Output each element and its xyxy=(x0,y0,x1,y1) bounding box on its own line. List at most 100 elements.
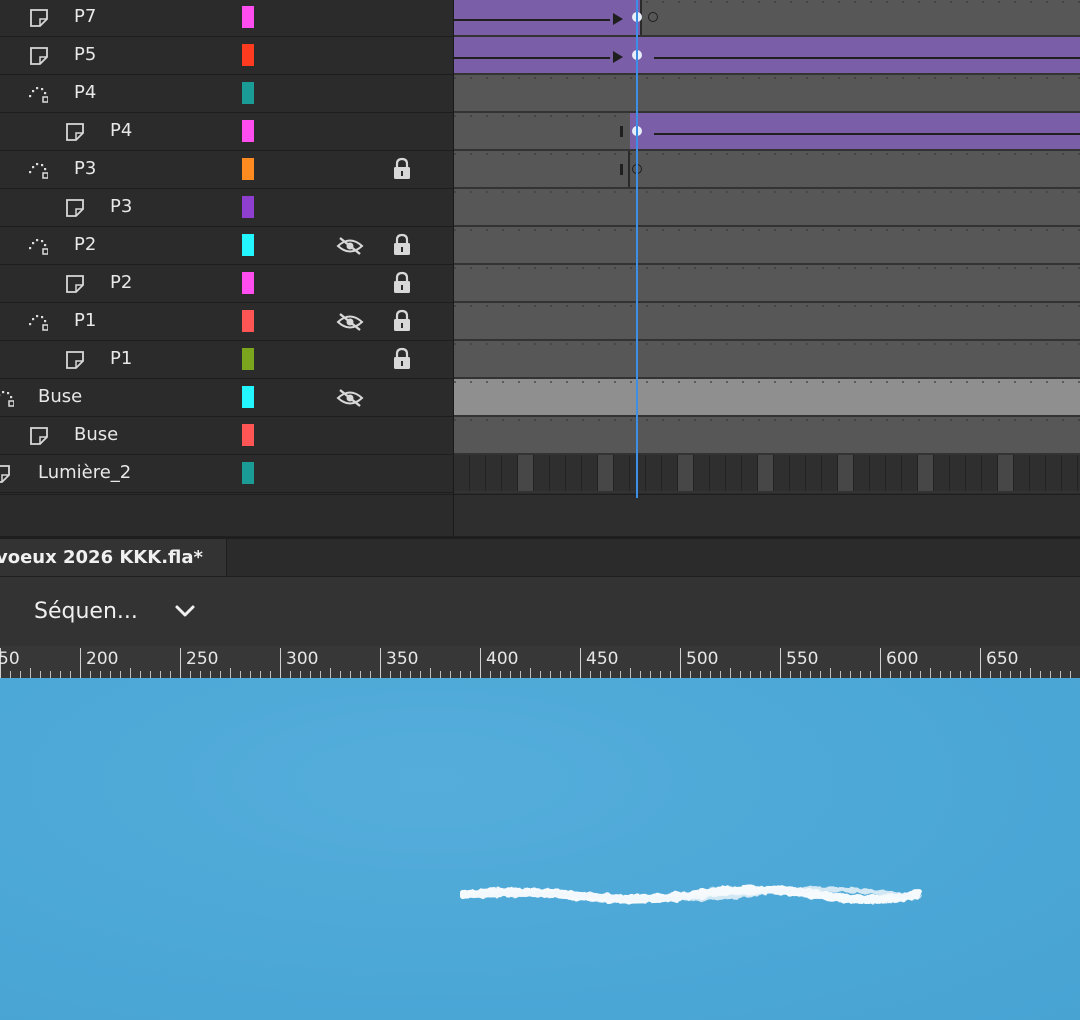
layer-row[interactable]: P1 xyxy=(0,341,453,379)
frame-cell[interactable] xyxy=(790,455,806,491)
frame-cell[interactable] xyxy=(1014,455,1030,491)
frame-cell[interactable] xyxy=(806,455,822,491)
frame-cell[interactable] xyxy=(950,455,966,491)
lock-icon[interactable] xyxy=(391,271,413,295)
lock-icon[interactable] xyxy=(391,309,413,333)
frame-cell[interactable] xyxy=(838,455,854,491)
frame-cell[interactable] xyxy=(566,455,582,491)
blank-keyframe[interactable] xyxy=(648,12,658,22)
layer-row[interactable]: Lumière_2 xyxy=(0,455,453,493)
layer-color-swatch[interactable] xyxy=(242,196,254,218)
frame-cell[interactable] xyxy=(614,455,630,491)
motion-tween-span[interactable] xyxy=(630,113,1080,149)
frame-row[interactable] xyxy=(454,37,1080,75)
frame-cell[interactable] xyxy=(1062,455,1078,491)
frame-cell[interactable] xyxy=(982,455,998,491)
layer-row[interactable]: P7 xyxy=(0,0,453,37)
frame-cell[interactable] xyxy=(646,455,662,491)
frame-cell[interactable] xyxy=(886,455,902,491)
playhead[interactable] xyxy=(636,0,638,498)
frame-cell[interactable] xyxy=(662,455,678,491)
frame-cell[interactable] xyxy=(742,455,758,491)
frame-row[interactable] xyxy=(454,455,1080,493)
layer-color-swatch[interactable] xyxy=(242,462,254,484)
layer-row[interactable]: P2 xyxy=(0,227,453,265)
frame-row[interactable] xyxy=(454,265,1080,303)
document-tab[interactable]: voeux 2026 KKK.fla* xyxy=(0,539,227,579)
layer-name[interactable]: P3 xyxy=(110,196,132,217)
frame-cell[interactable] xyxy=(582,455,598,491)
frame-cell[interactable] xyxy=(470,455,486,491)
frame-cell[interactable] xyxy=(454,455,470,491)
frame-row[interactable] xyxy=(454,189,1080,227)
layer-name[interactable]: P2 xyxy=(110,272,132,293)
cloud-shape[interactable] xyxy=(460,884,922,906)
eye-hidden-icon[interactable] xyxy=(336,235,364,257)
chevron-down-icon[interactable] xyxy=(172,601,198,623)
layer-row[interactable]: P1 xyxy=(0,303,453,341)
frame-row[interactable] xyxy=(454,303,1080,341)
frame-cell[interactable] xyxy=(822,455,838,491)
layer-row[interactable]: P3 xyxy=(0,151,453,189)
eye-hidden-icon[interactable] xyxy=(336,311,364,333)
layer-color-swatch[interactable] xyxy=(242,386,254,408)
frame-cell[interactable] xyxy=(758,455,774,491)
frame-cell[interactable] xyxy=(918,455,934,491)
layer-color-swatch[interactable] xyxy=(242,310,254,332)
frame-cell[interactable] xyxy=(710,455,726,491)
layer-name[interactable]: P4 xyxy=(74,82,96,103)
frame-row[interactable] xyxy=(454,0,1080,37)
layer-name[interactable]: P2 xyxy=(74,234,96,255)
lock-icon[interactable] xyxy=(391,157,413,181)
layer-row[interactable]: Buse xyxy=(0,379,453,417)
frame-row[interactable] xyxy=(454,227,1080,265)
frame-row[interactable] xyxy=(454,379,1080,417)
lock-icon[interactable] xyxy=(391,233,413,257)
layer-color-swatch[interactable] xyxy=(242,348,254,370)
layer-name[interactable]: Buse xyxy=(74,424,118,445)
frame-cell[interactable] xyxy=(534,455,550,491)
frame-cell[interactable] xyxy=(694,455,710,491)
frame-cell[interactable] xyxy=(902,455,918,491)
layer-row[interactable]: P2 xyxy=(0,265,453,303)
layer-color-swatch[interactable] xyxy=(242,272,254,294)
frame-cell[interactable] xyxy=(518,455,534,491)
lock-icon[interactable] xyxy=(391,347,413,371)
frame-cell[interactable] xyxy=(630,455,646,491)
frame-row[interactable] xyxy=(454,341,1080,379)
frame-cell[interactable] xyxy=(870,455,886,491)
frame-cell[interactable] xyxy=(966,455,982,491)
frame-cell[interactable] xyxy=(1046,455,1062,491)
stage-canvas[interactable] xyxy=(0,678,1080,1020)
eye-hidden-icon[interactable] xyxy=(336,387,364,409)
frame-cell[interactable] xyxy=(598,455,614,491)
layer-name[interactable]: P7 xyxy=(74,6,96,27)
frame-cell[interactable] xyxy=(998,455,1014,491)
frame-cell[interactable] xyxy=(774,455,790,491)
layer-row[interactable]: Buse xyxy=(0,417,453,455)
frame-cell[interactable] xyxy=(550,455,566,491)
layer-name[interactable]: P1 xyxy=(110,348,132,369)
motion-tween-span[interactable] xyxy=(454,37,1080,73)
layer-row[interactable]: P4 xyxy=(0,113,453,151)
frame-row[interactable] xyxy=(454,113,1080,151)
layer-color-swatch[interactable] xyxy=(242,82,254,104)
layer-name[interactable]: Lumière_2 xyxy=(38,462,131,483)
layer-color-swatch[interactable] xyxy=(242,120,254,142)
layer-name[interactable]: Buse xyxy=(38,386,82,407)
frame-cell[interactable] xyxy=(502,455,518,491)
layer-name[interactable]: P5 xyxy=(74,44,96,65)
frame-cell[interactable] xyxy=(726,455,742,491)
layer-name[interactable]: P4 xyxy=(110,120,132,141)
layer-row[interactable]: P4 xyxy=(0,75,453,113)
frame-cell[interactable] xyxy=(934,455,950,491)
layer-color-swatch[interactable] xyxy=(242,6,254,28)
frame-cell[interactable] xyxy=(854,455,870,491)
layer-row[interactable]: P5 xyxy=(0,37,453,75)
frame-cell[interactable] xyxy=(678,455,694,491)
layer-color-swatch[interactable] xyxy=(242,234,254,256)
layer-row[interactable]: P3 xyxy=(0,189,453,227)
layer-name[interactable]: P1 xyxy=(74,310,96,331)
layer-color-swatch[interactable] xyxy=(242,44,254,66)
scene-selector-label[interactable]: Séquen... xyxy=(34,599,138,624)
